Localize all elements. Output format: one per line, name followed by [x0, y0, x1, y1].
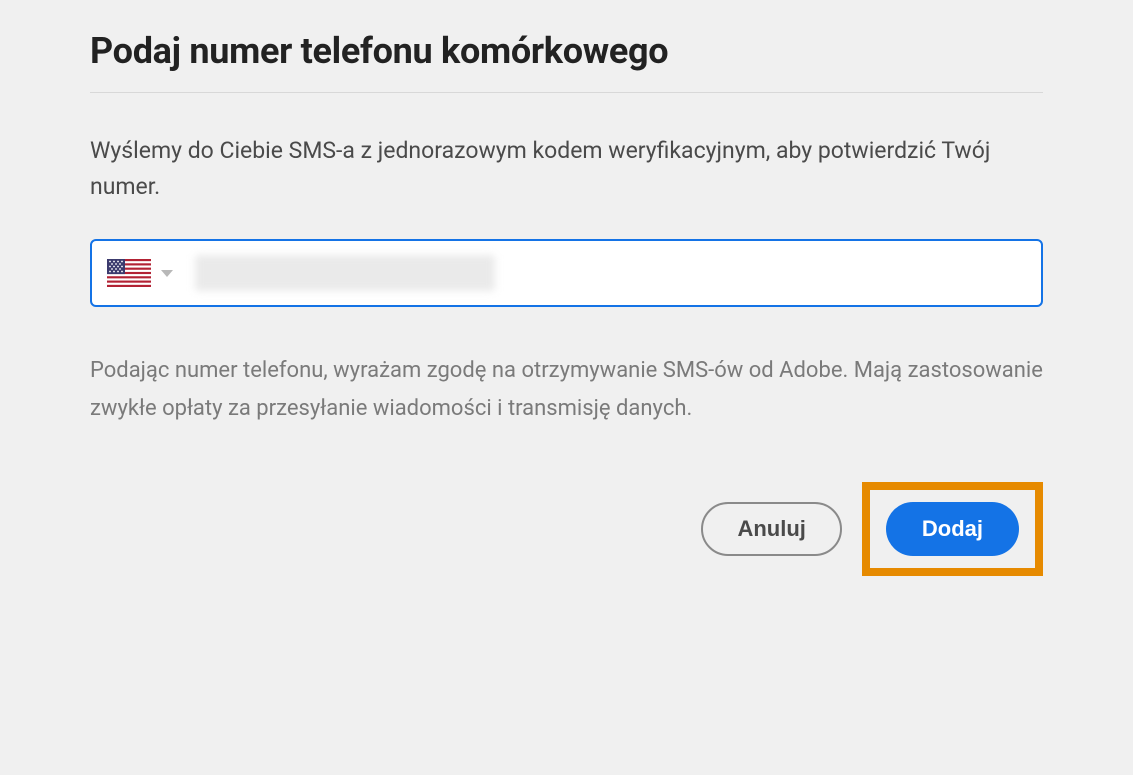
add-phone-dialog: Podaj numer telefonu komórkowego Wyślemy…	[0, 0, 1133, 606]
us-flag-icon	[107, 259, 151, 287]
country-code-selector[interactable]	[107, 259, 185, 287]
consent-text: Podając numer telefonu, wyrażam zgodę na…	[90, 352, 1043, 427]
cancel-button[interactable]: Anuluj	[701, 502, 841, 556]
dialog-title: Podaj numer telefonu komórkowego	[90, 30, 1043, 72]
add-button[interactable]: Dodaj	[886, 502, 1019, 556]
divider	[90, 92, 1043, 93]
dialog-description: Wyślemy do Ciebie SMS-a z jednorazowym k…	[90, 133, 1043, 204]
phone-input-field[interactable]	[90, 239, 1043, 307]
phone-number-value-redacted	[195, 255, 495, 291]
chevron-down-icon	[161, 270, 173, 277]
add-button-highlight: Dodaj	[862, 482, 1043, 576]
dialog-actions: Anuluj Dodaj	[90, 482, 1043, 576]
